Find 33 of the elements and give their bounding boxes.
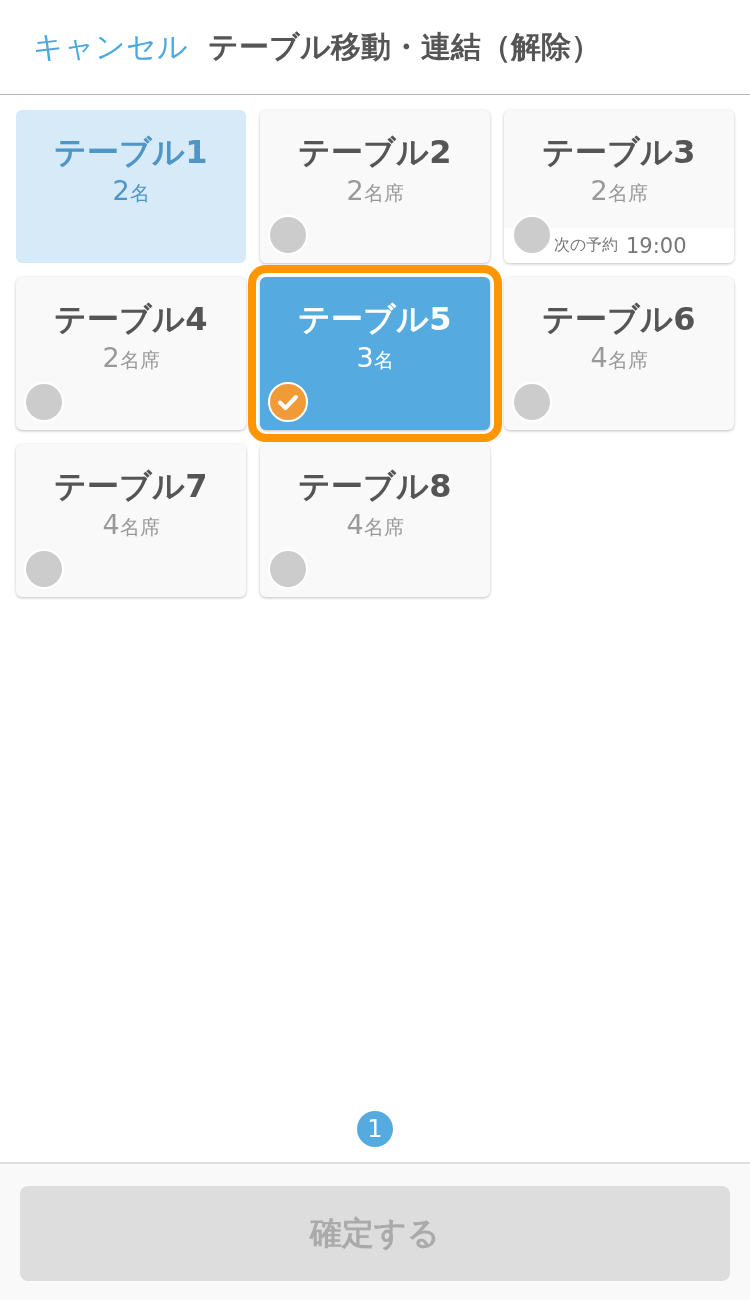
seat-count: 4名席	[102, 508, 160, 542]
radio-icon[interactable]	[24, 549, 64, 589]
seat-count: 3名	[356, 341, 394, 375]
table-name: テーブル4	[54, 299, 208, 340]
table-card[interactable]: テーブル6 4名席	[504, 277, 734, 430]
table-name: テーブル3	[542, 132, 696, 173]
reservation-time: 19:00	[626, 233, 687, 258]
table-name: テーブル7	[54, 466, 208, 507]
seat-count: 2名席	[346, 174, 404, 208]
table-name: テーブル6	[542, 299, 696, 340]
table-card[interactable]: テーブル7 4名席	[16, 444, 246, 597]
radio-icon[interactable]	[268, 215, 308, 255]
table-card[interactable]: テーブル3 2名席 次の予約 19:00	[504, 110, 734, 263]
radio-icon[interactable]	[512, 215, 552, 255]
seat-count: 2名席	[590, 174, 648, 208]
seat-count: 2名席	[102, 341, 160, 375]
radio-icon[interactable]	[268, 549, 308, 589]
page-title: テーブル移動・連結（解除）	[208, 28, 601, 66]
seat-count: 2名	[112, 174, 150, 208]
page-indicator: 1	[357, 1111, 393, 1147]
table-name: テーブル2	[298, 132, 452, 173]
table-name: テーブル5	[298, 299, 452, 340]
table-card[interactable]: テーブル4 2名席	[16, 277, 246, 430]
table-name: テーブル8	[298, 466, 452, 507]
seat-count: 4名席	[346, 508, 404, 542]
table-card[interactable]: テーブル8 4名席	[260, 444, 490, 597]
table-card[interactable]: テーブル2 2名席	[260, 110, 490, 263]
table-name: テーブル1	[54, 132, 208, 173]
radio-icon[interactable]	[24, 382, 64, 422]
radio-icon[interactable]	[512, 382, 552, 422]
checkmark-icon[interactable]	[268, 382, 308, 422]
reservation-label: 次の予約	[554, 235, 618, 256]
seat-count: 4名席	[590, 341, 648, 375]
